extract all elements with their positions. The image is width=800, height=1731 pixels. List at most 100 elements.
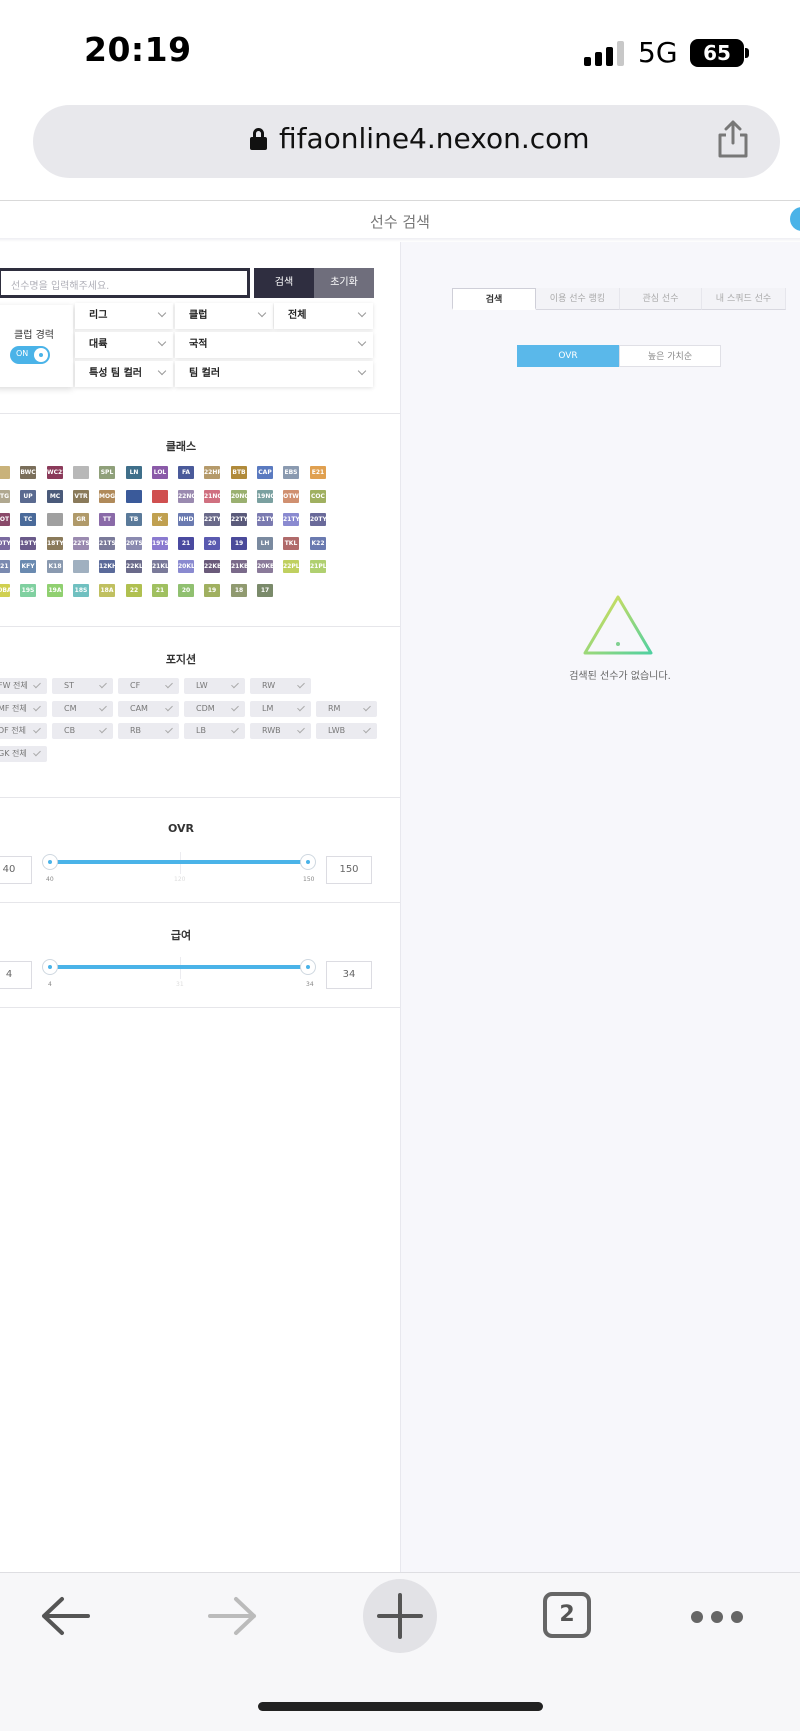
- class-badge[interactable]: 18A: [99, 584, 115, 597]
- class-badge[interactable]: 17: [257, 584, 273, 597]
- class-badge[interactable]: 22TY: [204, 513, 220, 526]
- class-badge[interactable]: LOL: [152, 466, 168, 479]
- nationality-dropdown[interactable]: 국적: [175, 332, 373, 358]
- salary-slider-track[interactable]: [50, 965, 308, 969]
- class-badge[interactable]: 20TS: [126, 537, 142, 550]
- class-badge[interactable]: 21PL: [310, 560, 326, 573]
- class-badge[interactable]: 19: [204, 584, 220, 597]
- class-badge[interactable]: 22HR: [204, 466, 220, 479]
- class-badge[interactable]: 21KL: [152, 560, 168, 573]
- position-chip[interactable]: LW: [184, 678, 245, 694]
- class-badge[interactable]: [73, 560, 89, 573]
- class-badge[interactable]: 22KB: [204, 560, 220, 573]
- position-chip[interactable]: RB: [118, 723, 179, 739]
- class-badge[interactable]: 21TY: [257, 513, 273, 526]
- club-career-toggle[interactable]: ON: [10, 346, 50, 364]
- class-badge[interactable]: 19S: [20, 584, 36, 597]
- class-badge[interactable]: 20NG: [231, 490, 247, 503]
- class-badge[interactable]: 12KH: [99, 560, 115, 573]
- class-badge[interactable]: SPL: [99, 466, 115, 479]
- class-badge[interactable]: 22PL: [283, 560, 299, 573]
- class-badge[interactable]: 22TY: [231, 513, 247, 526]
- class-badge[interactable]: MOG: [99, 490, 115, 503]
- class-badge[interactable]: K21: [0, 560, 10, 573]
- class-badge[interactable]: MC: [47, 490, 63, 503]
- class-badge[interactable]: 18: [231, 584, 247, 597]
- class-badge[interactable]: WC22: [47, 466, 63, 479]
- position-chip[interactable]: CF: [118, 678, 179, 694]
- club-all-dropdown[interactable]: 전체: [274, 303, 373, 329]
- position-chip[interactable]: RM: [316, 701, 377, 717]
- position-chip[interactable]: DF 전체: [0, 723, 47, 739]
- position-chip[interactable]: LB: [184, 723, 245, 739]
- search-button[interactable]: 검색: [254, 268, 314, 298]
- class-badge[interactable]: 22KL: [126, 560, 142, 573]
- ovr-min-handle[interactable]: [42, 854, 58, 870]
- class-badge[interactable]: KFY: [20, 560, 36, 573]
- class-badge[interactable]: 20: [204, 537, 220, 550]
- class-badge[interactable]: K22: [310, 537, 326, 550]
- class-badge[interactable]: LH: [257, 537, 273, 550]
- class-badge[interactable]: TT: [99, 513, 115, 526]
- position-chip[interactable]: CB: [52, 723, 113, 739]
- position-chip[interactable]: LM: [250, 701, 311, 717]
- class-badge[interactable]: 19TS: [152, 537, 168, 550]
- class-badge[interactable]: 20TY: [0, 537, 10, 550]
- position-chip[interactable]: RWB: [250, 723, 311, 739]
- class-badge[interactable]: [126, 490, 142, 503]
- class-badge[interactable]: OTW: [283, 490, 299, 503]
- class-badge[interactable]: 21NG: [204, 490, 220, 503]
- class-badge[interactable]: LN: [126, 466, 142, 479]
- position-chip[interactable]: CAM: [118, 701, 179, 717]
- back-arrow-icon[interactable]: [40, 1596, 92, 1636]
- class-badge[interactable]: BWC: [20, 466, 36, 479]
- salary-min-input[interactable]: 4: [0, 961, 32, 989]
- tab-my-squad[interactable]: 내 스쿼드 선수: [702, 288, 786, 310]
- club-dropdown[interactable]: 클럽: [175, 303, 273, 329]
- class-badge[interactable]: VTR: [73, 490, 89, 503]
- class-badge[interactable]: GR: [73, 513, 89, 526]
- class-badge[interactable]: [47, 513, 63, 526]
- reset-button[interactable]: 초기화: [314, 268, 374, 298]
- class-badge[interactable]: E21: [310, 466, 326, 479]
- special-team-color-dropdown[interactable]: 특성 팀 컬러: [75, 361, 173, 387]
- class-badge[interactable]: NTG: [0, 490, 10, 503]
- position-chip[interactable]: MF 전체: [0, 701, 47, 717]
- class-badge[interactable]: [0, 466, 10, 479]
- position-chip[interactable]: ST: [52, 678, 113, 694]
- class-badge[interactable]: UP: [20, 490, 36, 503]
- salary-min-handle[interactable]: [42, 959, 58, 975]
- class-badge[interactable]: 18TY: [47, 537, 63, 550]
- class-badge[interactable]: 20KB: [257, 560, 273, 573]
- position-chip[interactable]: RW: [250, 678, 311, 694]
- forward-arrow-icon[interactable]: [206, 1596, 258, 1636]
- class-badge[interactable]: EBS: [283, 466, 299, 479]
- class-badge[interactable]: NHD: [178, 513, 194, 526]
- more-menu-icon[interactable]: [691, 1608, 751, 1627]
- class-badge[interactable]: 19: [231, 537, 247, 550]
- class-badge[interactable]: COC: [310, 490, 326, 503]
- share-icon[interactable]: [716, 119, 750, 159]
- class-badge[interactable]: 20TY: [310, 513, 326, 526]
- salary-max-handle[interactable]: [300, 959, 316, 975]
- class-badge[interactable]: 19NG: [257, 490, 273, 503]
- class-badge[interactable]: 20KL: [178, 560, 194, 573]
- class-badge[interactable]: 21: [178, 537, 194, 550]
- player-search-input[interactable]: 선수명을 입력해주세요.: [0, 268, 250, 298]
- sort-ovr-button[interactable]: OVR: [517, 345, 619, 367]
- class-badge[interactable]: [152, 490, 168, 503]
- class-badge[interactable]: 21KB: [231, 560, 247, 573]
- class-badge[interactable]: HOT: [0, 513, 10, 526]
- salary-max-input[interactable]: 34: [326, 961, 372, 989]
- position-chip[interactable]: FW 전체: [0, 678, 47, 694]
- ovr-max-handle[interactable]: [300, 854, 316, 870]
- class-badge[interactable]: FA: [178, 466, 194, 479]
- continent-dropdown[interactable]: 대륙: [75, 332, 173, 358]
- class-badge[interactable]: 22: [126, 584, 142, 597]
- league-dropdown[interactable]: 리그: [75, 303, 173, 329]
- class-badge[interactable]: K18: [47, 560, 63, 573]
- class-badge[interactable]: 20BA: [0, 584, 10, 597]
- class-badge[interactable]: TC: [20, 513, 36, 526]
- sort-value-button[interactable]: 높은 가치순: [619, 345, 721, 367]
- tabs-count-button[interactable]: 2: [543, 1592, 591, 1638]
